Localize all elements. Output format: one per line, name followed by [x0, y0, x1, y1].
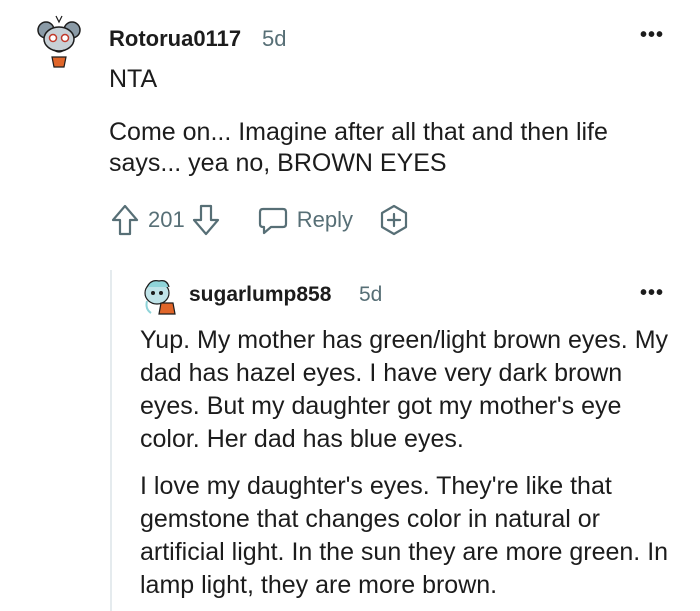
comment-bubble-icon: [258, 207, 287, 235]
snoo-avatar-icon: [37, 15, 81, 68]
comment-username[interactable]: Rotorua0117: [109, 26, 241, 52]
award-button[interactable]: [377, 203, 411, 237]
comment-username[interactable]: sugarlump858: [189, 283, 331, 307]
comment-body: Yup. My mother has green/light brown eye…: [140, 324, 670, 611]
downvote-icon: [192, 204, 219, 236]
comment-actions: 201 Reply: [110, 203, 411, 237]
more-options-button[interactable]: •••: [640, 282, 664, 305]
upvote-icon: [111, 204, 139, 236]
comment-paragraph: Come on... Imagine after all that and th…: [109, 118, 608, 177]
reply-label: Reply: [296, 207, 353, 232]
comment-paragraph: NTA: [109, 65, 158, 93]
comment-age: 5d: [359, 283, 383, 306]
reply-button[interactable]: Reply: [257, 205, 353, 235]
thread-line[interactable]: [110, 270, 112, 611]
more-options-button[interactable]: •••: [640, 24, 664, 47]
upvote-button[interactable]: [110, 203, 140, 237]
downvote-button[interactable]: [191, 203, 221, 237]
comment-paragraph: Yup. My mother has green/light brown eye…: [140, 326, 669, 453]
comment-body: NTA Come on... Imagine after all that an…: [109, 64, 669, 193]
award-plus-icon: [380, 204, 408, 236]
avatar[interactable]: [36, 12, 82, 68]
avatar[interactable]: [141, 277, 179, 315]
comment-age: 5d: [262, 26, 287, 51]
snoo-avatar-icon: [144, 280, 176, 315]
comment-paragraph: I love my daughter's eyes. They're like …: [140, 472, 669, 599]
vote-count: 201: [148, 207, 185, 232]
